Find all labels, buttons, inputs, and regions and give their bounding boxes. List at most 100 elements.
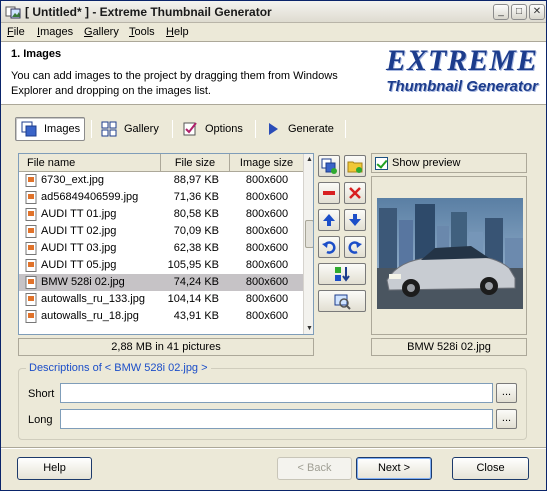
file-size-cell: 71,36 KB	[173, 191, 219, 203]
tab-separator	[345, 120, 346, 138]
generate-play-icon	[269, 123, 278, 135]
file-size-cell: 105,95 KB	[167, 259, 219, 271]
sort-icon	[335, 267, 350, 282]
add-folder-icon	[347, 161, 363, 173]
jpg-file-icon	[25, 208, 37, 221]
title-bar[interactable]: [ Untitled* ] - Extreme Thumbnail Genera…	[1, 1, 546, 23]
table-row[interactable]: AUDI TT 03.jpg 62,38 KB 800x600	[19, 240, 303, 257]
image-size-cell: 800x600	[245, 208, 289, 220]
table-row[interactable]: AUDI TT 01.jpg 80,58 KB 800x600	[19, 206, 303, 223]
descriptions-group: Descriptions of < BMW 528i 02.jpg > Shor…	[18, 362, 527, 440]
table-row[interactable]: 6730_ext.jpg 88,97 KB 800x600	[19, 172, 303, 189]
file-size-cell: 62,38 KB	[173, 242, 219, 254]
file-name-cell: ad56849406599.jpg	[41, 191, 139, 203]
menu-help[interactable]: Help	[166, 26, 189, 38]
menu-file[interactable]: File	[7, 26, 25, 38]
tab-generate[interactable]: Generate	[259, 117, 341, 141]
rotate-left-icon	[322, 241, 336, 254]
remove-button[interactable]	[318, 182, 340, 204]
tab-images[interactable]: Images	[15, 117, 85, 141]
minimize-button[interactable]: _	[493, 4, 509, 20]
menu-help-mnemonic: H	[166, 26, 174, 38]
gallery-grid-icon	[101, 121, 117, 137]
file-name-cell: 6730_ext.jpg	[41, 174, 104, 186]
jpg-file-icon	[25, 293, 37, 306]
short-browse-button[interactable]: ...	[496, 383, 517, 403]
preview-caption: BMW 528i 02.jpg	[371, 338, 527, 356]
tab-gallery[interactable]: Gallery	[95, 117, 165, 141]
table-row-selected[interactable]: BMW 528i 02.jpg 74,24 KB 800x600	[19, 274, 303, 291]
minus-icon	[323, 191, 335, 195]
list-rows: 6730_ext.jpg 88,97 KB 800x600 ad56849406…	[19, 172, 303, 325]
move-down-button[interactable]	[344, 209, 366, 231]
preview-image	[377, 198, 523, 309]
checkbox-checked-icon[interactable]	[375, 156, 388, 170]
close-button[interactable]: Close	[452, 457, 529, 480]
jpg-file-icon	[25, 259, 37, 272]
table-row[interactable]: autowalls_ru_18.jpg 43,91 KB 800x600	[19, 308, 303, 325]
long-description-input[interactable]	[60, 409, 493, 429]
tab-separator	[172, 120, 173, 138]
back-button[interactable]: < Back	[277, 457, 352, 480]
column-header-file-size[interactable]: File size	[161, 154, 230, 172]
rotate-left-button[interactable]	[318, 236, 340, 258]
list-vertical-scrollbar[interactable]: ▲ ▼	[303, 154, 313, 334]
clear-button[interactable]	[344, 182, 366, 204]
show-preview-checkbox[interactable]: Show preview	[371, 153, 527, 173]
file-name-cell: BMW 528i 02.jpg	[41, 276, 125, 288]
logo-text-subtitle: Thumbnail Generator	[386, 78, 538, 95]
step-header: 1. Images You can add images to the proj…	[1, 41, 546, 105]
menu-tools-label: ools	[134, 26, 155, 38]
menu-help-label: elp	[173, 26, 189, 38]
file-size-cell: 104,14 KB	[167, 293, 219, 305]
help-button[interactable]: Help	[17, 457, 92, 480]
preview-panel	[371, 176, 527, 335]
column-header-file-name[interactable]: File name	[19, 154, 161, 172]
arrow-down-icon	[349, 214, 361, 226]
sort-button[interactable]	[318, 263, 366, 285]
scroll-down-arrow-icon[interactable]: ▼	[304, 323, 313, 334]
scrollbar-thumb[interactable]	[305, 220, 313, 248]
table-row[interactable]: autowalls_ru_133.jpg 104,14 KB 800x600	[19, 291, 303, 308]
short-label: Short	[28, 388, 55, 400]
menu-tools[interactable]: Tools	[129, 26, 155, 38]
scroll-up-arrow-icon[interactable]: ▲	[304, 154, 313, 165]
column-header-image-size[interactable]: Image size	[230, 154, 303, 172]
menu-images-label: mages	[40, 26, 74, 38]
table-row[interactable]: AUDI TT 05.jpg 105,95 KB 800x600	[19, 257, 303, 274]
image-size-cell: 800x600	[245, 242, 289, 254]
menu-images[interactable]: Images	[37, 26, 73, 38]
table-row[interactable]: ad56849406599.jpg 71,36 KB 800x600	[19, 189, 303, 206]
next-button[interactable]: Next >	[356, 457, 432, 480]
file-size-cell: 70,09 KB	[173, 225, 219, 237]
maximize-button[interactable]: □	[511, 4, 527, 20]
add-folder-button[interactable]	[344, 155, 366, 177]
image-list[interactable]: File name File size Image size 6730_ext.…	[18, 153, 314, 335]
tab-images-label: Images	[44, 123, 81, 135]
show-preview-label: Show preview	[392, 157, 461, 169]
menu-gallery[interactable]: Gallery	[84, 26, 119, 38]
tab-options-label: Options	[205, 123, 243, 135]
descriptions-legend: Descriptions of < BMW 528i 02.jpg >	[26, 362, 211, 374]
menu-gallery-mnemonic: G	[84, 26, 93, 38]
tab-separator	[255, 120, 256, 138]
close-window-button[interactable]: ✕	[529, 4, 545, 20]
app-icon	[5, 6, 21, 19]
app-window: [ Untitled* ] - Extreme Thumbnail Genera…	[0, 0, 547, 491]
file-size-cell: 43,91 KB	[173, 310, 219, 322]
tab-options[interactable]: Options	[176, 117, 252, 141]
add-images-button[interactable]	[318, 155, 340, 177]
short-description-input[interactable]	[60, 383, 493, 403]
image-size-cell: 800x600	[245, 293, 289, 305]
options-checklist-icon	[183, 122, 197, 136]
image-size-cell: 800x600	[245, 191, 289, 203]
car-photo-icon	[377, 198, 523, 309]
table-row[interactable]: AUDI TT 02.jpg 70,09 KB 800x600	[19, 223, 303, 240]
view-image-button[interactable]	[318, 290, 366, 312]
jpg-file-icon	[25, 310, 37, 323]
rotate-right-button[interactable]	[344, 236, 366, 258]
file-name-cell: autowalls_ru_18.jpg	[41, 310, 139, 322]
long-browse-button[interactable]: ...	[496, 409, 517, 429]
file-size-cell: 88,97 KB	[173, 174, 219, 186]
move-up-button[interactable]	[318, 209, 340, 231]
